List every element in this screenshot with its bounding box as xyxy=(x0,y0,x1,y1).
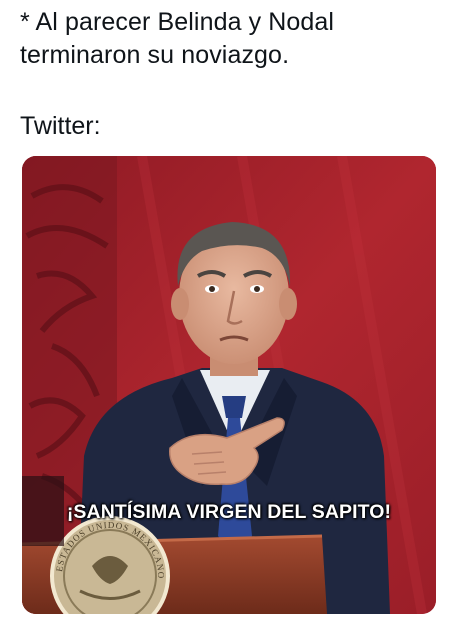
tweet-text: * Al parecer Belinda y Nodal terminaron … xyxy=(20,8,335,69)
tweet-post: * Al parecer Belinda y Nodal terminaron … xyxy=(0,0,457,620)
tweet-subtext: Twitter: xyxy=(20,112,101,140)
mexico-seal-logo: ESTADOS UNIDOS MEXICANOS xyxy=(50,516,170,614)
meme-image[interactable]: ESTADOS UNIDOS MEXICANOS ¡SANTÍSIMA VIRG… xyxy=(22,156,436,614)
meme-caption: ¡SANTÍSIMA VIRGEN DEL SAPITO! xyxy=(66,501,392,523)
meme-illustration: ESTADOS UNIDOS MEXICANOS xyxy=(22,156,436,614)
